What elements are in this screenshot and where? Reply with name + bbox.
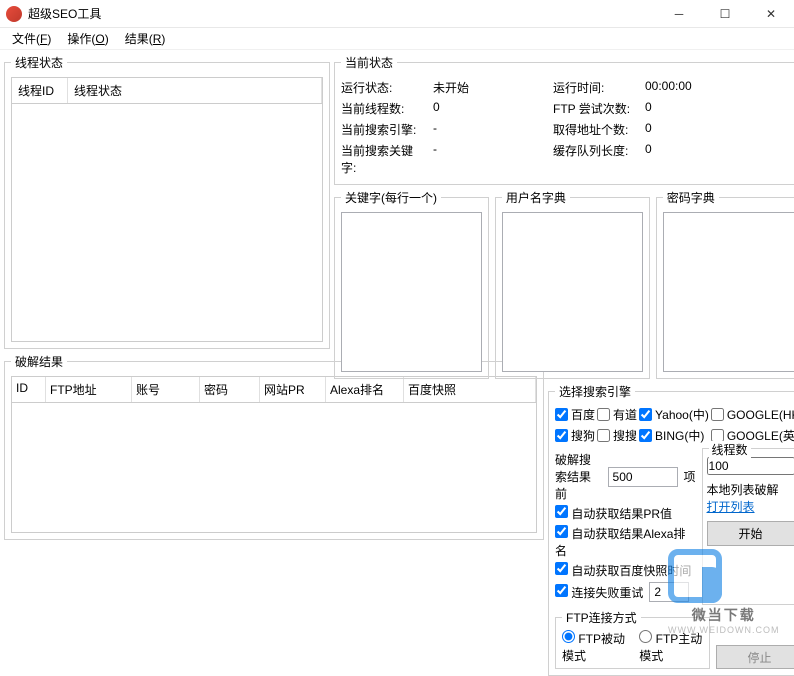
- col-pr[interactable]: 网站PR: [260, 377, 326, 402]
- thread-status-legend: 线程状态: [11, 54, 67, 71]
- value-got-addr: 0: [645, 121, 735, 138]
- titlebar: 超级SEO工具 ─ ☐ ✕: [0, 0, 794, 28]
- crack-result-legend: 破解结果: [11, 353, 67, 370]
- col-id[interactable]: ID: [12, 377, 46, 402]
- radio-ftp-active[interactable]: FTP主动模式: [639, 630, 702, 664]
- userdict-panel: 用户名字典: [495, 189, 650, 379]
- crack-table-body[interactable]: [11, 403, 537, 533]
- value-queue: 0: [645, 142, 735, 176]
- thread-table-body[interactable]: [11, 104, 323, 342]
- label-ftp-try: FTP 尝试次数:: [553, 100, 635, 117]
- label-items: 项: [684, 468, 696, 485]
- chk-retry[interactable]: 连接失败重试: [555, 584, 643, 601]
- label-got-addr: 取得地址个数:: [553, 121, 635, 138]
- engine-yahoo[interactable]: Yahoo(中): [639, 406, 709, 423]
- engine-googlehk[interactable]: GOOGLE(HK): [711, 406, 794, 423]
- value-keyword: -: [433, 142, 543, 176]
- input-retry[interactable]: [649, 582, 689, 602]
- start-button[interactable]: 开始: [707, 521, 794, 546]
- input-thread-count[interactable]: [707, 457, 794, 475]
- col-baidu[interactable]: 百度快照: [404, 377, 536, 402]
- label-threads: 当前线程数:: [341, 100, 423, 117]
- ftp-mode-panel: FTP连接方式 FTP被动模式 FTP主动模式: [555, 609, 710, 669]
- label-run-state: 运行状态:: [341, 79, 423, 96]
- menu-result[interactable]: 结果(R): [117, 28, 174, 49]
- value-engine: -: [433, 121, 543, 138]
- search-engine-panel: 选择搜索引擎 百度 有道 Yahoo(中) GOOGLE(HK) 搜狗 搜搜 B…: [548, 383, 794, 676]
- link-open-list[interactable]: 打开列表: [707, 498, 794, 515]
- value-run-time: 00:00:00: [645, 79, 735, 96]
- col-user[interactable]: 账号: [132, 377, 200, 402]
- passdict-panel: 密码字典: [656, 189, 794, 379]
- menubar: 文件(F) 操作(O) 结果(R): [0, 28, 794, 50]
- menu-file[interactable]: 文件(F): [4, 28, 59, 49]
- value-ftp-try: 0: [645, 100, 735, 117]
- userdict-textarea[interactable]: [502, 212, 643, 372]
- window-title: 超级SEO工具: [28, 5, 656, 22]
- col-thread-id[interactable]: 线程ID: [12, 78, 68, 103]
- label-queue: 缓存队列长度:: [553, 142, 635, 176]
- thread-count-group: 线程数 本地列表破解 打开列表 开始: [702, 448, 794, 605]
- col-alexa[interactable]: Alexa排名: [326, 377, 404, 402]
- col-ftp[interactable]: FTP地址: [46, 377, 132, 402]
- crack-table-header: ID FTP地址 账号 密码 网站PR Alexa排名 百度快照: [11, 376, 537, 403]
- value-threads: 0: [433, 100, 543, 117]
- current-status-panel: 当前状态 运行状态: 未开始 运行时间: 00:00:00 当前线程数: 0 F…: [334, 54, 794, 185]
- input-crack-top[interactable]: [608, 467, 678, 487]
- label-engine: 当前搜索引擎:: [341, 121, 423, 138]
- col-pass[interactable]: 密码: [200, 377, 260, 402]
- radio-ftp-passive[interactable]: FTP被动模式: [562, 630, 625, 664]
- thread-status-panel: 线程状态 线程ID 线程状态: [4, 54, 330, 349]
- passdict-textarea[interactable]: [663, 212, 794, 372]
- app-icon: [6, 6, 22, 22]
- search-engine-legend: 选择搜索引擎: [555, 383, 635, 400]
- engine-sogou[interactable]: 搜狗: [555, 427, 595, 444]
- passdict-legend: 密码字典: [663, 189, 719, 206]
- thread-count-legend: 线程数: [709, 441, 751, 458]
- engine-baidu[interactable]: 百度: [555, 406, 595, 423]
- keywords-textarea[interactable]: [341, 212, 482, 372]
- close-button[interactable]: ✕: [748, 0, 794, 28]
- label-keyword: 当前搜索关键字:: [341, 142, 423, 176]
- label-local-crack: 本地列表破解: [707, 481, 794, 498]
- engine-bing[interactable]: BING(中): [639, 427, 709, 444]
- crack-result-panel: 破解结果 ID FTP地址 账号 密码 网站PR Alexa排名 百度快照: [4, 353, 544, 540]
- ftp-mode-legend: FTP连接方式: [562, 609, 641, 626]
- userdict-legend: 用户名字典: [502, 189, 570, 206]
- maximize-button[interactable]: ☐: [702, 0, 748, 28]
- keywords-panel: 关键字(每行一个): [334, 189, 489, 379]
- label-run-time: 运行时间:: [553, 79, 635, 96]
- engine-soso[interactable]: 搜搜: [597, 427, 637, 444]
- menu-operate[interactable]: 操作(O): [59, 28, 116, 49]
- stop-button[interactable]: 停止: [716, 645, 794, 669]
- col-thread-status[interactable]: 线程状态: [68, 78, 322, 103]
- keywords-legend: 关键字(每行一个): [341, 189, 441, 206]
- value-run-state: 未开始: [433, 79, 543, 96]
- chk-auto-alexa[interactable]: 自动获取结果Alexa排名: [555, 525, 696, 559]
- label-crack-top: 破解搜索结果前: [555, 451, 602, 502]
- chk-auto-baidu[interactable]: 自动获取百度快照时间: [555, 562, 691, 579]
- chk-auto-pr[interactable]: 自动获取结果PR值: [555, 505, 672, 522]
- thread-table-header: 线程ID 线程状态: [11, 77, 323, 104]
- current-status-legend: 当前状态: [341, 54, 397, 71]
- engine-youdao[interactable]: 有道: [597, 406, 637, 423]
- minimize-button[interactable]: ─: [656, 0, 702, 28]
